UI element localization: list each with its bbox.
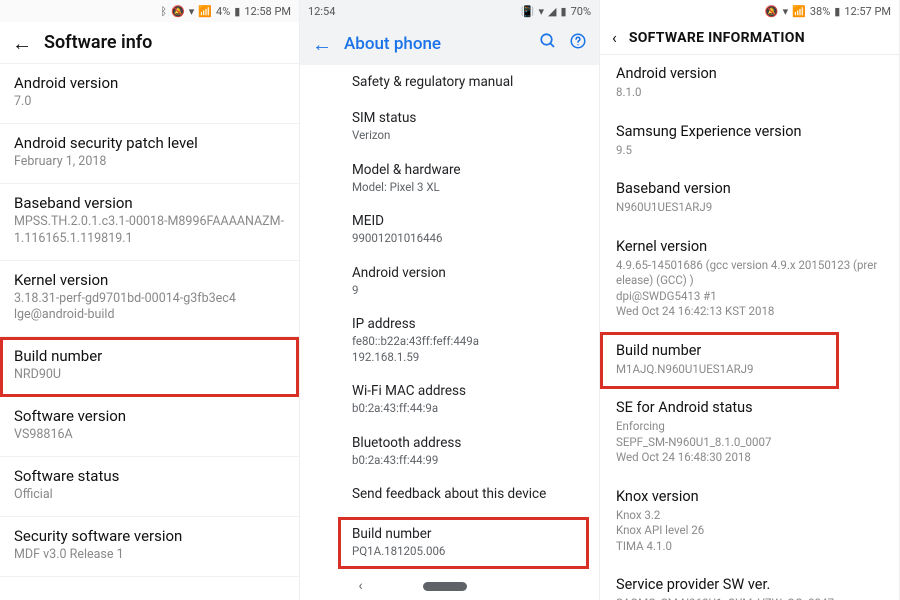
pixel-panel: 12:54 📳 ▾ ◢ ▮ 70% ← About phone Safety &… — [300, 0, 600, 600]
status-time: 12:54 — [308, 6, 335, 17]
setting-security-software-version[interactable]: Security software version MDF v3.0 Relea… — [0, 517, 299, 577]
setting-sp-sw-ver[interactable]: Service provider SW ver. SAOMC_SM-N960U1… — [600, 566, 899, 600]
battery-pct: 70% — [571, 6, 591, 17]
signal-icon: 📶 — [198, 6, 212, 17]
battery-icon: ▮ — [234, 6, 240, 17]
setting-security-patch[interactable]: Android security patch level February 1,… — [0, 124, 299, 184]
setting-se-android[interactable]: SE for Android status Enforcing SEPF_SM-… — [600, 389, 899, 478]
search-icon[interactable] — [539, 32, 557, 55]
setting-android-version[interactable]: Android version 9 — [300, 256, 599, 308]
setting-kernel[interactable]: Kernel version 3.18.31-perf-gd9701bd-000… — [0, 261, 299, 338]
setting-baseband[interactable]: Baseband version N960U1UES1ARJ9 — [600, 170, 899, 228]
battery-icon: ▮ — [561, 6, 567, 17]
pixel-nav-bar: ‹ — [300, 572, 599, 600]
page-title: Software info — [44, 32, 152, 53]
setting-android-version[interactable]: Android version 8.1.0 — [600, 55, 899, 113]
samsung-panel: 🔕 ▾ 📶 38% ▮ 12:57 PM ‹ SOFTWARE INFORMAT… — [600, 0, 900, 600]
setting-samsung-experience[interactable]: Samsung Experience version 9.5 — [600, 113, 899, 171]
back-icon[interactable]: ← — [12, 33, 32, 53]
wifi-icon: ▾ — [189, 6, 195, 17]
vibrate-icon: 📳 — [521, 6, 535, 17]
setting-build-number[interactable]: Build number PQ1A.181205.006 — [338, 517, 589, 569]
nav-home-pill[interactable] — [423, 582, 467, 591]
back-icon[interactable]: ← — [312, 34, 332, 54]
setting-wifi-mac[interactable]: Wi-Fi MAC address b0:2a:43:ff:44:9a — [300, 374, 599, 426]
setting-software-version[interactable]: Software version VS98816A — [0, 397, 299, 457]
signal-icon: ◢ — [548, 6, 556, 17]
wifi-icon: ▾ — [539, 6, 545, 17]
setting-safety-manual[interactable]: Safety & regulatory manual — [300, 65, 599, 101]
mute-icon: 🔕 — [171, 6, 185, 17]
nav-back-icon[interactable]: ‹ — [358, 578, 362, 594]
setting-android-version[interactable]: Android version 7.0 — [0, 64, 299, 124]
help-icon[interactable] — [569, 32, 587, 55]
lg-panel: ᛒ 🔕 ▾ 📶 4% ▮ 12:58 PM ← Software info An… — [0, 0, 300, 600]
lg-list: Android version 7.0 Android security pat… — [0, 64, 299, 600]
samsung-list: Android version 8.1.0 Samsung Experience… — [600, 55, 899, 600]
bluetooth-icon: ᛒ — [160, 6, 167, 17]
setting-ip-address[interactable]: IP address fe80::b22a:43ff:feff:449a 192… — [300, 307, 599, 374]
setting-kernel[interactable]: Kernel version 4.9.65-14501686 (gcc vers… — [600, 228, 899, 332]
signal-icon: 📶 — [792, 6, 806, 17]
lg-status-bar: ᛒ 🔕 ▾ 📶 4% ▮ 12:58 PM — [0, 0, 299, 22]
pixel-status-bar: 12:54 📳 ▾ ◢ ▮ 70% — [300, 0, 599, 22]
mute-icon: 🔕 — [765, 6, 779, 17]
setting-bt-address[interactable]: Bluetooth address b0:2a:43:ff:44:99 — [300, 426, 599, 478]
battery-pct: 38% — [810, 6, 830, 17]
wifi-icon: ▾ — [783, 6, 789, 17]
pixel-header: ← About phone — [300, 22, 599, 65]
setting-software-status[interactable]: Software status Official — [0, 457, 299, 517]
page-title: About phone — [344, 34, 527, 54]
setting-knox[interactable]: Knox version Knox 3.2 Knox API level 26 … — [600, 478, 899, 567]
setting-baseband[interactable]: Baseband version MPSS.TH.2.0.1.c3.1-0001… — [0, 184, 299, 261]
back-icon[interactable]: ‹ — [612, 30, 617, 46]
status-time: 12:58 PM — [244, 6, 291, 17]
setting-send-feedback[interactable]: Send feedback about this device — [300, 477, 599, 513]
samsung-header: ‹ SOFTWARE INFORMATION — [600, 22, 899, 55]
lg-header: ← Software info — [0, 22, 299, 64]
setting-sim-status[interactable]: SIM status Verizon — [300, 101, 599, 153]
samsung-status-bar: 🔕 ▾ 📶 38% ▮ 12:57 PM — [600, 0, 899, 22]
pixel-list: Safety & regulatory manual SIM status Ve… — [300, 65, 599, 572]
battery-pct: 4% — [216, 6, 230, 17]
setting-meid[interactable]: MEID 99001201016446 — [300, 204, 599, 256]
setting-build-number[interactable]: Build number NRD90U — [0, 337, 299, 397]
battery-icon: ▮ — [834, 6, 840, 17]
setting-build-number[interactable]: Build number M1AJQ.N960U1UES1ARJ9 — [600, 332, 839, 390]
status-time: 12:57 PM — [844, 6, 891, 17]
setting-model-hardware[interactable]: Model & hardware Model: Pixel 3 XL — [300, 153, 599, 205]
page-title: SOFTWARE INFORMATION — [629, 30, 805, 46]
